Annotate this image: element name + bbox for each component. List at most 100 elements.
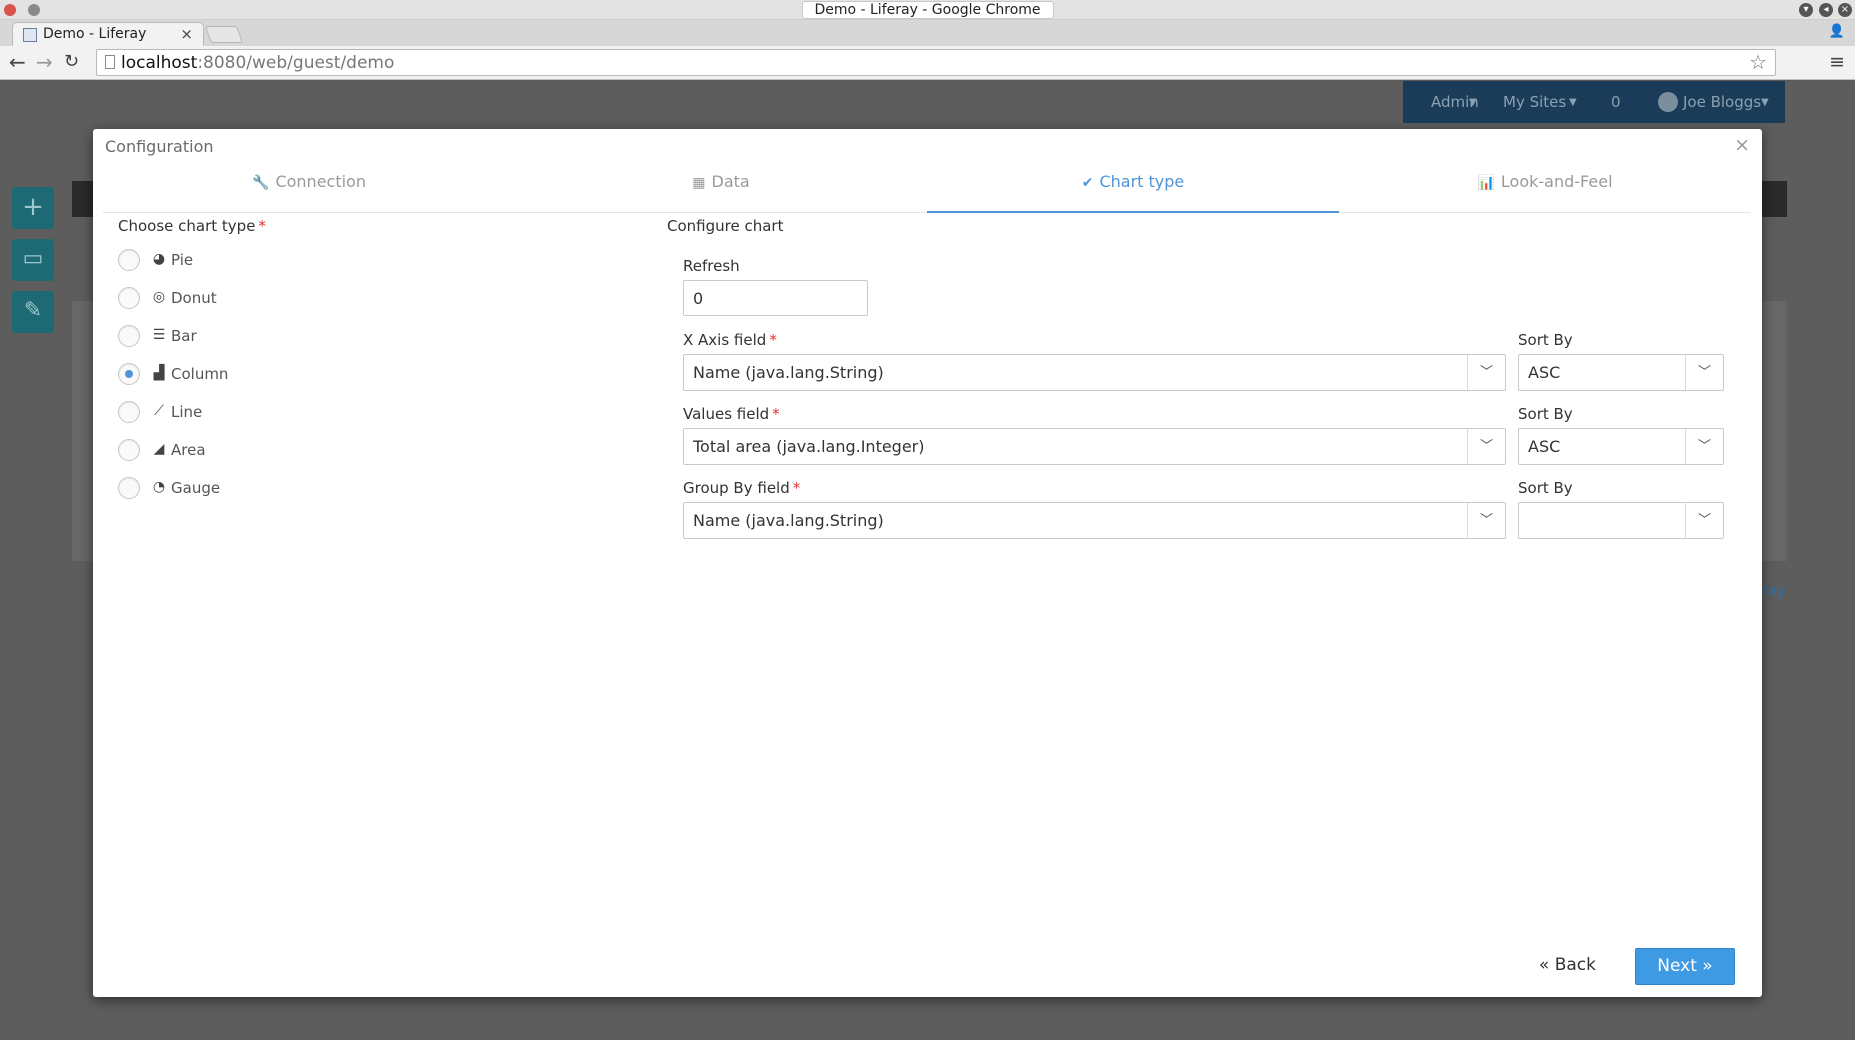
chevron-down-icon: ﹀	[1685, 429, 1723, 464]
group-by-select[interactable]: Name (java.lang.String) ﹀	[683, 502, 1506, 539]
window-titlebar: Demo - Liferay - Google Chrome ▾ ◂ ×	[0, 0, 1855, 20]
tab-data[interactable]: ▦ Data	[515, 169, 927, 213]
radio-column[interactable]	[118, 363, 140, 385]
add-icon[interactable]: +	[12, 187, 54, 229]
back-arrow-icon[interactable]: ←	[9, 51, 26, 73]
x-sort-select[interactable]: ASC ﹀	[1518, 354, 1724, 391]
tab-connection[interactable]: 🔧 Connection	[103, 169, 515, 213]
bar-icon: ☰	[152, 327, 166, 343]
bar-chart-icon: 📊	[1477, 175, 1495, 191]
wrench-icon: 🔧	[252, 175, 270, 191]
radio-line[interactable]	[118, 401, 140, 423]
choose-chart-type-label: Choose chart type *	[118, 217, 266, 235]
close-window-icon[interactable]: ×	[1838, 3, 1852, 17]
donut-icon: ◎	[152, 289, 166, 305]
bookmark-star-icon[interactable]: ☆	[1749, 50, 1767, 74]
chrome-logo-icon	[4, 4, 16, 16]
chevron-down-icon: ﹀	[1467, 503, 1505, 538]
double-chevron-left-icon: «	[1538, 955, 1550, 975]
tab-strip: Demo - Liferay × 👤	[0, 20, 1855, 46]
window-title: Demo - Liferay - Google Chrome	[801, 1, 1054, 19]
tab-close-icon[interactable]: ×	[180, 25, 193, 43]
user-menu[interactable]: Joe Bloggs	[1683, 93, 1761, 111]
option-label: Pie	[171, 251, 194, 269]
configure-chart-title: Configure chart	[667, 217, 784, 235]
radio-area[interactable]	[118, 439, 140, 461]
x-axis-select[interactable]: Name (java.lang.String) ﹀	[683, 354, 1506, 391]
option-label: Area	[171, 441, 206, 459]
browser-toolbar: ← → ↻ localhost:8080/web/guest/demo ☆ ≡	[0, 46, 1855, 80]
chart-option-donut[interactable]: ◎ Donut	[118, 287, 418, 311]
close-icon[interactable]: ×	[1734, 134, 1750, 156]
reload-icon[interactable]: ↻	[64, 51, 79, 73]
line-icon: ⟋	[154, 403, 164, 419]
group-sort-label: Sort By	[1518, 479, 1573, 497]
address-bar[interactable]: localhost:8080/web/guest/demo ☆	[96, 49, 1776, 76]
user-caret-icon: ▼	[1761, 97, 1769, 108]
option-label: Donut	[171, 289, 217, 307]
group-by-value: Name (java.lang.String)	[693, 511, 884, 530]
radio-donut[interactable]	[118, 287, 140, 309]
chrome-menu-icon[interactable]: ≡	[1829, 52, 1845, 72]
column-icon: ▟	[153, 365, 165, 381]
new-tab-button[interactable]	[204, 26, 244, 43]
option-label: Line	[171, 403, 203, 421]
avatar	[1658, 92, 1678, 112]
chart-option-line[interactable]: ⟋ Line	[118, 401, 418, 425]
values-field-label: Values field *	[683, 405, 780, 423]
option-label: Gauge	[171, 479, 221, 497]
profile-icon[interactable]: 👤	[1829, 24, 1845, 39]
liferay-favicon-icon	[23, 28, 37, 42]
maximize-icon[interactable]: ◂	[1819, 3, 1833, 17]
x-sort-value: ASC	[1528, 363, 1561, 382]
refresh-input[interactable]	[683, 280, 868, 316]
browser-tab[interactable]: Demo - Liferay ×	[12, 22, 204, 46]
window-dot-icon	[28, 4, 40, 16]
wizard-steps: 🔧 Connection ▦ Data ✔ Chart type 📊 Look-and-…	[103, 169, 1751, 213]
configuration-modal: Configuration × 🔧 Connection ▦ Data ✔ Chart…	[93, 129, 1762, 997]
pie-icon: ◕	[152, 251, 166, 267]
edit-icon[interactable]: ✎	[12, 291, 54, 333]
radio-bar[interactable]	[118, 325, 140, 347]
chevron-down-icon: ﹀	[1685, 355, 1723, 390]
chart-option-area[interactable]: ◢ Area	[118, 439, 418, 463]
notification-count[interactable]: 0	[1611, 93, 1621, 111]
chart-option-gauge[interactable]: ◔ Gauge	[118, 477, 418, 501]
double-chevron-right-icon: »	[1702, 956, 1713, 976]
chart-option-pie[interactable]: ◕ Pie	[118, 249, 418, 273]
tab-chart-type[interactable]: ✔ Chart type	[927, 169, 1339, 213]
values-sort-label: Sort By	[1518, 405, 1573, 423]
liferay-dockbar: Admin ▼ My Sites ▼ 0 Joe Bloggs ▼	[1403, 81, 1785, 123]
radio-gauge[interactable]	[118, 477, 140, 499]
values-sort-select[interactable]: ASC ﹀	[1518, 428, 1724, 465]
chart-type-section: Choose chart type * ◕ Pie ◎ Donut ☰ Bar ▟…	[118, 217, 678, 499]
next-button[interactable]: Next »	[1635, 948, 1735, 985]
tab-title: Demo - Liferay	[43, 26, 147, 42]
group-sort-select[interactable]: ﹀	[1518, 502, 1724, 539]
values-sort-value: ASC	[1528, 437, 1561, 456]
chevron-down-icon: ﹀	[1685, 503, 1723, 538]
chart-option-bar[interactable]: ☰ Bar	[118, 325, 418, 349]
x-axis-value: Name (java.lang.String)	[693, 363, 884, 382]
x-sort-label: Sort By	[1518, 331, 1573, 349]
my-sites-menu[interactable]: My Sites	[1503, 93, 1566, 111]
radio-pie[interactable]	[118, 249, 140, 271]
table-icon: ▦	[692, 175, 706, 191]
values-field-select[interactable]: Total area (java.lang.Integer) ﹀	[683, 428, 1506, 465]
minimize-icon[interactable]: ▾	[1799, 3, 1813, 17]
check-icon: ✔	[1081, 175, 1094, 191]
chart-option-column[interactable]: ▟ Column	[118, 363, 418, 387]
option-label: Bar	[171, 327, 197, 345]
group-by-label: Group By field *	[683, 479, 801, 497]
refresh-label: Refresh	[683, 257, 740, 275]
chevron-down-icon: ﹀	[1467, 355, 1505, 390]
chevron-down-icon: ﹀	[1467, 429, 1505, 464]
forward-arrow-icon[interactable]: →	[36, 51, 53, 73]
tab-look-and-feel[interactable]: 📊 Look-and-Feel	[1339, 169, 1751, 213]
modal-title: Configuration	[105, 137, 214, 156]
preview-icon[interactable]: ▭	[12, 239, 54, 281]
my-sites-caret-icon: ▼	[1569, 97, 1577, 108]
back-button[interactable]: « Back	[1529, 947, 1606, 983]
option-label: Column	[171, 365, 229, 383]
values-field-value: Total area (java.lang.Integer)	[693, 437, 925, 456]
